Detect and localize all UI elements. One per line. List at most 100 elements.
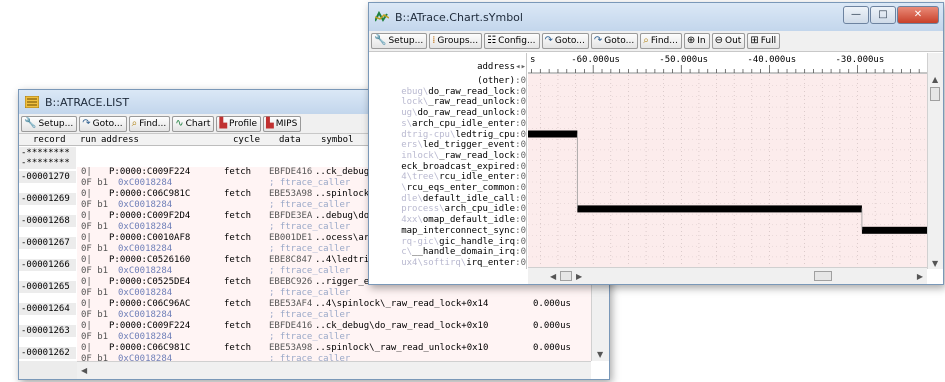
data-cell: EBE8C847 [269,255,313,265]
record-number[interactable]: -00001264 [19,303,76,315]
list-setup-button[interactable]: 🔧 Setup... [21,115,78,132]
scroll-left-icon[interactable]: ◀ [81,366,87,375]
run-cell: 0| [81,343,92,353]
col-data[interactable]: data [279,134,301,146]
chart-goto-button-1[interactable]: ↷ Goto... [541,33,589,49]
symbol-name: rcu_eqs_enter_common [406,183,515,193]
symbol-name: rcu_idle_enter [439,172,515,183]
symbol-row[interactable]: x4\tree\rcu_irq_enter:0 [369,268,526,270]
list-chart-button[interactable]: ∿ Chart [172,115,215,132]
record-number[interactable]: -00001269 [19,193,76,205]
symbol-name: do_raw_read_unlock [417,108,515,119]
chart-groups-button[interactable]: ⁞ Groups... [429,33,483,49]
symbol-cell: ..spinlock\_raw_read_unlock+0x10 [315,343,489,353]
record-number[interactable]: -00001270 [19,171,76,183]
resize-handle-icon[interactable]: ◂▸ [515,61,526,73]
symbol-name: do_raw_read_lock [428,86,515,97]
tick-label: -50.000us [659,55,708,65]
col-symbol[interactable]: symbol [321,134,354,146]
address-cell: P:0000:C009F2D4 [109,211,191,221]
scroll-down-icon[interactable]: ▼ [932,259,938,268]
col-address[interactable]: address [101,134,139,146]
col-cycle[interactable]: cycle [233,134,260,146]
record-number[interactable]: -00001266 [19,259,76,271]
chart-setup-button[interactable]: 🔧 Setup... [371,33,428,49]
address-label: address [477,62,515,72]
symbol-path-prefix: ers\ [401,140,423,151]
record-number[interactable]: -00001262 [19,347,76,359]
list-horizontal-scrollbar[interactable]: ◀ [77,361,591,379]
comment-cell: ; ftrace_caller [269,332,351,342]
comment-cell: ; ftrace_caller [269,288,351,298]
list-find-button[interactable]: ⌕ Find... [128,115,171,132]
scroll-right-icon[interactable]: ▶ [917,272,923,281]
table-row[interactable]: 0| P:0000:C06C981C fetch EBE53A98..spinlock… [77,343,591,362]
record-number[interactable]: -00001267 [19,237,76,249]
sub-address-cell: 0xC0018284 [118,222,173,232]
symbol-name: omap_default_idle [422,215,515,226]
comment-cell: ; ftrace_caller [269,244,351,254]
symbol-path-prefix: dle\ [401,193,423,204]
maximize-button[interactable]: □ [870,6,896,24]
trace-bar[interactable] [577,205,862,213]
record-number[interactable]: -00001268 [19,215,76,227]
symbol-name: __handle_domain_irq [412,247,515,258]
scroll-down-icon[interactable]: ▼ [597,350,603,359]
trace-bar[interactable] [528,130,578,138]
vertical-scroll-thumb[interactable] [930,87,940,101]
window-controls: — □ ✕ [843,6,939,24]
symbol-name: (other) [477,76,515,86]
chart-vertical-scrollbar[interactable]: ▲ ▼ [927,53,943,269]
table-row[interactable]: 0| P:0000:C009F224 fetch EBFDE416..ck_debug… [77,321,591,343]
close-button[interactable]: ✕ [897,6,939,24]
list-mips-button[interactable]: ▙ MIPS [263,115,302,132]
symbol-column[interactable]: address ◂▸ (other):0 ebug\do_raw_read_lock:… [369,53,527,269]
cycle-cell: fetch [224,299,252,309]
time-cell: 0.000us [533,299,571,309]
trace-bar[interactable] [861,226,928,234]
axis-unit-label: s [530,55,535,65]
scroll-up-icon[interactable]: ▲ [932,75,938,84]
minimize-button[interactable]: — [843,6,869,24]
sub-address-cell: 0xC0018284 [118,178,173,188]
symbol-path-prefix: inlock\ [401,150,440,161]
chart-goto-button-2[interactable]: ↷ Goto... [590,33,639,49]
chart-horizontal-scrollbar[interactable]: ◀ ▶ ▶ [528,267,927,284]
data-cell: EBFDE3EA [269,211,313,221]
col-run[interactable]: run [80,134,96,146]
chart-plot-area[interactable]: s -60.000us -50.000us -40.000us -30.000us [528,53,928,269]
record-number[interactable]: -00001263 [19,325,76,337]
scroll-left-icon[interactable]: ◀ [550,272,556,281]
sub-address-cell: 0xC0018284 [118,266,173,276]
list-profile-button[interactable]: ▙ Profile [216,115,262,132]
list-goto-button[interactable]: ↷ Goto... [79,115,127,132]
time-cell: 0.000us [533,343,571,353]
symbol-cell: ..4\spinlock\_raw_read_lock+0x14 [315,299,489,309]
address-cell: P:0000:C06C981C [109,343,191,353]
chart-config-button[interactable]: ☷ Config... [484,33,540,49]
sub-run-cell: 0F b1 [81,288,109,298]
record-number[interactable]: -00001265 [19,281,76,293]
chart-find-button[interactable]: ⌕ Find... [640,33,682,49]
wrench-icon: 🔧 [374,35,387,46]
tick-label: -60.000us [571,55,620,65]
comment-cell: ; ftrace_caller [269,222,351,232]
address-cell: P:0000:C0526160 [109,255,191,265]
zoom-full-button[interactable]: ⊞ Full [747,33,781,49]
symbol-name: default_idle_call [422,193,515,204]
run-cell: 0| [81,277,92,287]
symbol-name: irq_enter [466,257,515,268]
zoom-out-button[interactable]: ⊖ Out [711,33,746,49]
chart-titlebar[interactable]: B::ATrace.Chart.sYmbol — □ ✕ [369,3,943,31]
table-row[interactable]: 0| P:0000:C06C96AC fetch EBE53AF4 ..4\spinlo… [77,299,591,321]
col-record[interactable]: record [33,134,66,146]
data-cell: EBFDE416 [269,321,313,331]
run-cell: 0| [81,167,92,177]
scroll-right-icon[interactable]: ▶ [576,272,582,281]
plot-horizontal-thumb[interactable] [814,271,832,281]
symbol-name: arch_cpu_idle [444,204,515,215]
comment-cell: ; ftrace_caller [269,310,351,320]
run-cell: 0| [81,255,92,265]
zoom-in-button[interactable]: ⊕ In [683,33,710,49]
horizontal-scroll-thumb[interactable] [560,271,572,281]
